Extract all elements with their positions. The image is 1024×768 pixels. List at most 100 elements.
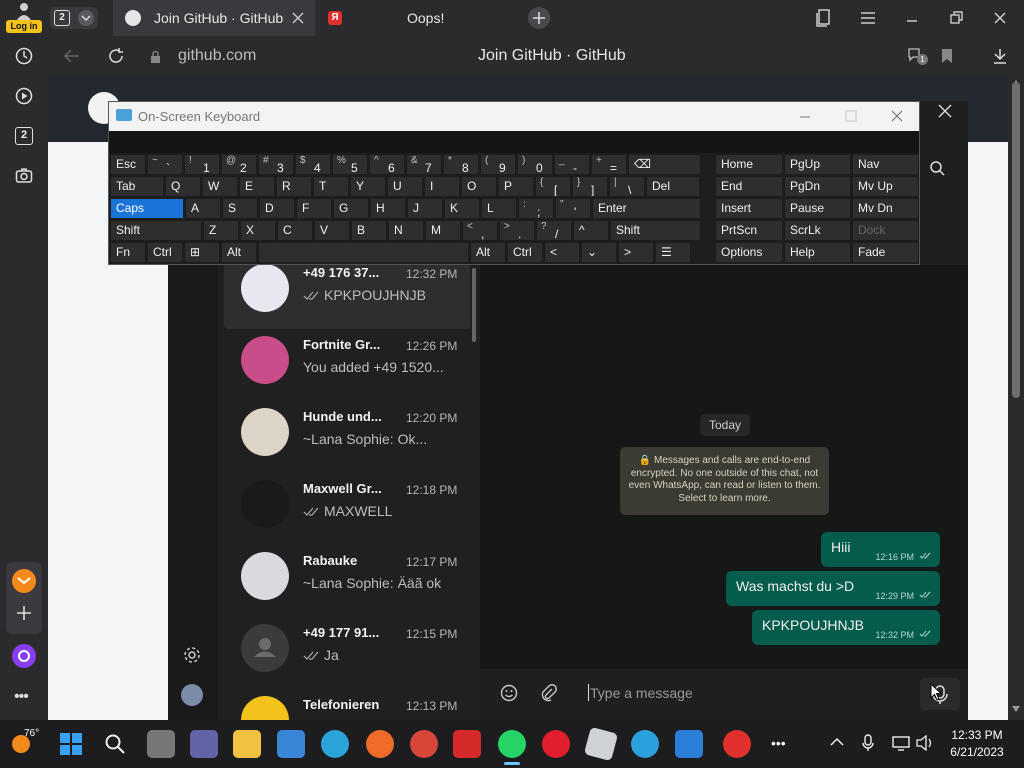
key[interactable]: C: [277, 220, 313, 241]
nav-key[interactable]: PgUp: [784, 154, 851, 175]
key[interactable]: V: [314, 220, 350, 241]
key[interactable]: ⊞: [184, 242, 220, 263]
key[interactable]: M: [425, 220, 461, 241]
key[interactable]: :;: [518, 198, 554, 219]
nav-key[interactable]: Nav: [852, 154, 919, 175]
key[interactable]: T: [313, 176, 349, 197]
key[interactable]: N: [388, 220, 424, 241]
menu-icon[interactable]: [860, 10, 876, 26]
key[interactable]: Del: [646, 176, 700, 197]
key[interactable]: L: [481, 198, 517, 219]
key[interactable]: ☰: [655, 242, 691, 263]
key[interactable]: ) 0: [517, 154, 553, 175]
chat-list-item[interactable]: +49 176 37... 12:32 PM KPKPOUJHNJB: [224, 257, 470, 329]
key[interactable]: B: [351, 220, 387, 241]
tab-oops[interactable]: Я Oops!: [318, 0, 514, 36]
osk-minimize-icon[interactable]: [799, 110, 811, 122]
key[interactable]: X: [240, 220, 276, 241]
key[interactable]: F: [296, 198, 332, 219]
key[interactable]: Ctrl: [147, 242, 183, 263]
key[interactable]: | \: [609, 176, 645, 197]
nav-key[interactable]: ScrLk: [784, 220, 851, 241]
reload-icon[interactable]: [107, 47, 125, 65]
url-field[interactable]: github.com Join GitHub · GitHub: [142, 43, 962, 71]
key[interactable]: " ': [555, 198, 591, 219]
key[interactable]: R: [276, 176, 312, 197]
key[interactable]: ^: [573, 220, 609, 241]
key[interactable]: Shift: [610, 220, 701, 241]
key[interactable]: K: [444, 198, 480, 219]
firefox-icon[interactable]: [366, 730, 394, 758]
message-input[interactable]: Type a message: [588, 682, 908, 704]
weather-widget[interactable]: 76°: [10, 726, 42, 762]
task-view-icon[interactable]: [147, 730, 175, 758]
defender-icon[interactable]: [675, 730, 703, 758]
key[interactable]: >.: [499, 220, 535, 241]
back-icon[interactable]: [63, 48, 81, 64]
scroll-down-icon[interactable]: [1012, 706, 1020, 712]
minimize-icon[interactable]: [904, 10, 920, 26]
screenshot-icon[interactable]: [15, 167, 33, 185]
whatsapp-icon[interactable]: [498, 730, 526, 758]
edge-icon[interactable]: [321, 730, 349, 758]
key[interactable]: ⌫: [628, 154, 701, 175]
whatsapp-close-icon[interactable]: [938, 104, 952, 118]
key[interactable]: S: [222, 198, 258, 219]
file-explorer-icon[interactable]: [233, 730, 261, 758]
key[interactable]: ^ 6: [369, 154, 405, 175]
taskbar-more-icon[interactable]: •••: [771, 735, 791, 751]
add-app-icon[interactable]: [14, 603, 34, 623]
key[interactable]: $4: [295, 154, 331, 175]
start-icon[interactable]: [60, 733, 82, 755]
key[interactable]: ! 1: [184, 154, 220, 175]
key[interactable]: <: [544, 242, 580, 263]
key[interactable]: }]: [572, 176, 608, 197]
key[interactable]: J: [407, 198, 443, 219]
key[interactable]: Alt: [470, 242, 506, 263]
key[interactable]: & 7: [406, 154, 442, 175]
key[interactable]: Q: [165, 176, 201, 197]
nav-key[interactable]: Insert: [715, 198, 783, 219]
chat-list-item[interactable]: Hunde und... 12:20 PM ~Lana Sophie: Ok...: [224, 401, 470, 473]
more-icon[interactable]: •••: [14, 688, 34, 705]
key[interactable]: #3: [258, 154, 294, 175]
history-icon[interactable]: [15, 47, 33, 65]
key[interactable]: + =: [591, 154, 627, 175]
key[interactable]: G: [333, 198, 369, 219]
nav-key[interactable]: PrtScn: [715, 220, 783, 241]
key[interactable]: Fn: [110, 242, 146, 263]
key[interactable]: P: [498, 176, 534, 197]
scroll-thumb[interactable]: [1012, 82, 1020, 398]
key[interactable]: W: [202, 176, 238, 197]
nav-key[interactable]: Pause: [784, 198, 851, 219]
tab-github[interactable]: Join GitHub · GitHub: [113, 0, 315, 36]
nav-key[interactable]: Help: [784, 242, 851, 263]
nav-key[interactable]: Mv Dn: [852, 198, 919, 219]
key[interactable]: * 8: [443, 154, 479, 175]
key[interactable]: <,: [462, 220, 498, 241]
key[interactable]: % 5: [332, 154, 368, 175]
chrome-icon[interactable]: [410, 730, 438, 758]
search-icon[interactable]: [929, 160, 945, 176]
chat-list-scrollbar[interactable]: [472, 268, 476, 342]
tray-display-icon[interactable]: [892, 735, 910, 751]
yandex-browser-icon[interactable]: [723, 730, 751, 758]
outgoing-message[interactable]: KPKPOUJHNJB 12:32 PM: [752, 610, 940, 645]
nav-key[interactable]: Options: [715, 242, 783, 263]
key[interactable]: A: [185, 198, 221, 219]
tray-chevron-icon[interactable]: [830, 737, 844, 747]
key[interactable]: Y: [350, 176, 386, 197]
chat-list-item[interactable]: Fortnite Gr... 12:26 PM You added +49 1520…: [224, 329, 470, 401]
key[interactable]: {[: [535, 176, 571, 197]
key[interactable]: D: [259, 198, 295, 219]
play-icon[interactable]: [15, 87, 33, 105]
chat-list-item[interactable]: Rabauke 12:17 PM ~Lana Sophie: Ääã ok: [224, 545, 470, 617]
close-tab-icon[interactable]: [291, 11, 305, 25]
profile-avatar[interactable]: [181, 684, 203, 706]
key[interactable]: ? /: [536, 220, 572, 241]
bookmark-icon[interactable]: [941, 48, 953, 64]
teams-icon[interactable]: [190, 730, 218, 758]
store-icon[interactable]: [277, 730, 305, 758]
key[interactable]: ⌄: [581, 242, 617, 263]
settings-icon[interactable]: [183, 646, 201, 664]
